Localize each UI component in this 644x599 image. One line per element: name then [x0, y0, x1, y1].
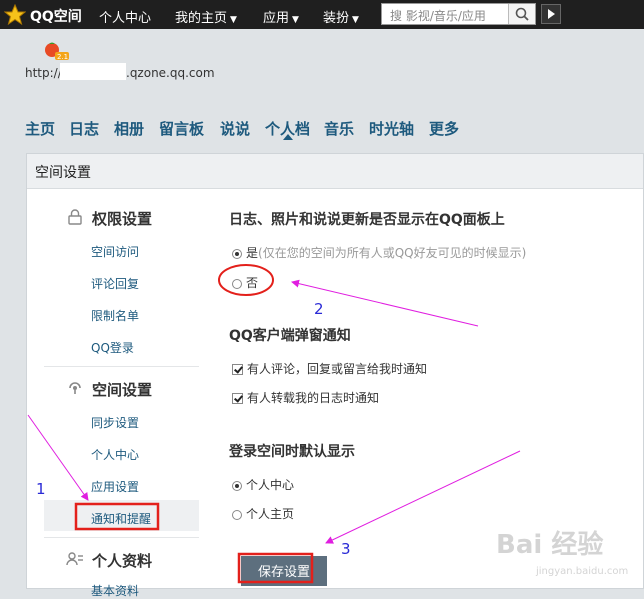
sidebar-item-personal-center[interactable]: 个人中心: [91, 446, 139, 463]
search-input[interactable]: 搜 影视/音乐/应用: [381, 3, 536, 25]
search-icon: [515, 7, 529, 21]
checkbox-comment-label: 有人评论，回复或留言给我时通知: [247, 362, 428, 376]
panel-title: 空间设置: [35, 165, 91, 181]
mainnav-shuoshuo[interactable]: 说说: [220, 118, 250, 139]
radio-yes[interactable]: [232, 248, 242, 259]
qzone-star-logo-icon[interactable]: [4, 4, 26, 26]
baidu-jingyan-watermark: Bai 经验: [496, 530, 604, 560]
search-button[interactable]: [508, 4, 535, 24]
annotation-number-1: 1: [36, 480, 46, 498]
expand-button[interactable]: [541, 4, 561, 24]
option-personal-center[interactable]: 个人中心: [232, 476, 294, 493]
active-tab-indicator: [283, 134, 293, 140]
chevron-down-icon: ▼: [230, 15, 237, 25]
nav-decorate[interactable]: 装扮 ▼: [323, 7, 359, 26]
chevron-down-icon: ▼: [352, 15, 359, 25]
brand-title[interactable]: QQ空间: [30, 6, 82, 26]
url-redaction: [60, 63, 126, 80]
annotation-number-3: 3: [341, 540, 351, 558]
option-show-yes[interactable]: 是(仅在您的空间为所有人或QQ好友可见的时候显示): [232, 244, 526, 261]
sidebar-item-qq-login[interactable]: QQ登录: [91, 339, 134, 356]
top-bar: QQ空间 个人中心 我的主页 ▼ 应用 ▼ 装扮 ▼ 搜 影视/音乐/应用: [0, 0, 644, 29]
mainnav-blog[interactable]: 日志: [69, 118, 99, 139]
chevron-down-icon: ▼: [292, 15, 299, 25]
mainnav-more[interactable]: 更多: [429, 118, 459, 139]
sidebar-item-basic-info[interactable]: 基本资料: [91, 582, 139, 599]
nav-my-homepage[interactable]: 我的主页 ▼: [175, 7, 237, 26]
mainnav-music[interactable]: 音乐: [324, 118, 354, 139]
checkbox-repost[interactable]: [232, 393, 243, 404]
option-show-no[interactable]: 否: [232, 274, 258, 291]
option-personal-homepage-label: 个人主页: [246, 507, 295, 521]
sidebar-item-block-list[interactable]: 限制名单: [91, 307, 139, 324]
sidebar-item-space-access[interactable]: 空间访问: [91, 243, 139, 260]
play-arrow-icon: [548, 9, 555, 19]
watermark-url: jingyan.baidu.com: [536, 566, 629, 577]
annotation-number-2: 2: [314, 300, 324, 318]
checkbox-comment[interactable]: [232, 364, 243, 375]
option-personal-center-label: 个人中心: [246, 478, 295, 492]
badge-level: 2.1: [57, 53, 68, 61]
radio-no[interactable]: [232, 278, 242, 289]
section-default-view-title: 登录空间时默认显示: [229, 444, 355, 460]
profile-icon: [66, 552, 83, 566]
checkbox-repost-label: 有人转载我的日志时通知: [247, 391, 380, 405]
space-url-suffix[interactable]: .qzone.qq.com: [126, 66, 215, 80]
sidebar-item-comment-reply[interactable]: 评论回复: [91, 275, 139, 292]
sidebar-divider: [44, 366, 199, 367]
sidebar-item-app-settings[interactable]: 应用设置: [91, 478, 139, 495]
panel-header: 空间设置: [27, 154, 643, 189]
sidebar-group-permissions: 权限设置: [68, 208, 153, 229]
sidebar-group-space-settings: 空间设置: [69, 379, 153, 400]
sidebar-item-sync-settings[interactable]: 同步设置: [91, 414, 139, 431]
option-yes-hint: (仅在您的空间为所有人或QQ好友可见的时候显示): [258, 246, 527, 260]
settings-icon: [69, 382, 81, 394]
sidebar-group-label: 权限设置: [92, 210, 153, 228]
sidebar-group-label: 个人资料: [92, 552, 153, 570]
nav-apps[interactable]: 应用 ▼: [263, 7, 299, 26]
save-settings-button[interactable]: 保存设置: [241, 556, 327, 586]
search-placeholder: 搜 影视/音乐/应用: [390, 9, 486, 23]
radio-personal-center[interactable]: [232, 480, 242, 491]
option-yes-label: 是: [246, 246, 259, 260]
lock-icon: [68, 209, 82, 225]
sidebar-divider: [44, 537, 199, 538]
mainnav-timeline[interactable]: 时光轴: [369, 118, 414, 139]
checkbox-comment-notify[interactable]: 有人评论，回复或留言给我时通知: [232, 360, 427, 377]
sidebar-group-profile: 个人资料: [66, 550, 153, 571]
section-popup-title: QQ客户端弹窗通知: [229, 328, 351, 344]
section-panel-display-title: 日志、照片和说说更新是否显示在QQ面板上: [229, 212, 505, 228]
radio-personal-homepage[interactable]: [232, 509, 242, 520]
nav-personal-center[interactable]: 个人中心: [99, 7, 151, 26]
mainnav-album[interactable]: 相册: [114, 118, 144, 139]
option-no-label: 否: [246, 276, 259, 290]
sidebar-group-label: 空间设置: [92, 381, 153, 399]
sidebar-item-notifications[interactable]: 通知和提醒: [91, 510, 151, 527]
mainnav-home[interactable]: 主页: [25, 118, 55, 139]
mainnav-guestbook[interactable]: 留言板: [159, 118, 204, 139]
checkbox-repost-notify[interactable]: 有人转载我的日志时通知: [232, 389, 379, 406]
tomato-badge-icon: 2.1: [45, 42, 69, 61]
space-url-prefix[interactable]: http://: [25, 66, 62, 80]
option-personal-homepage[interactable]: 个人主页: [232, 505, 294, 522]
